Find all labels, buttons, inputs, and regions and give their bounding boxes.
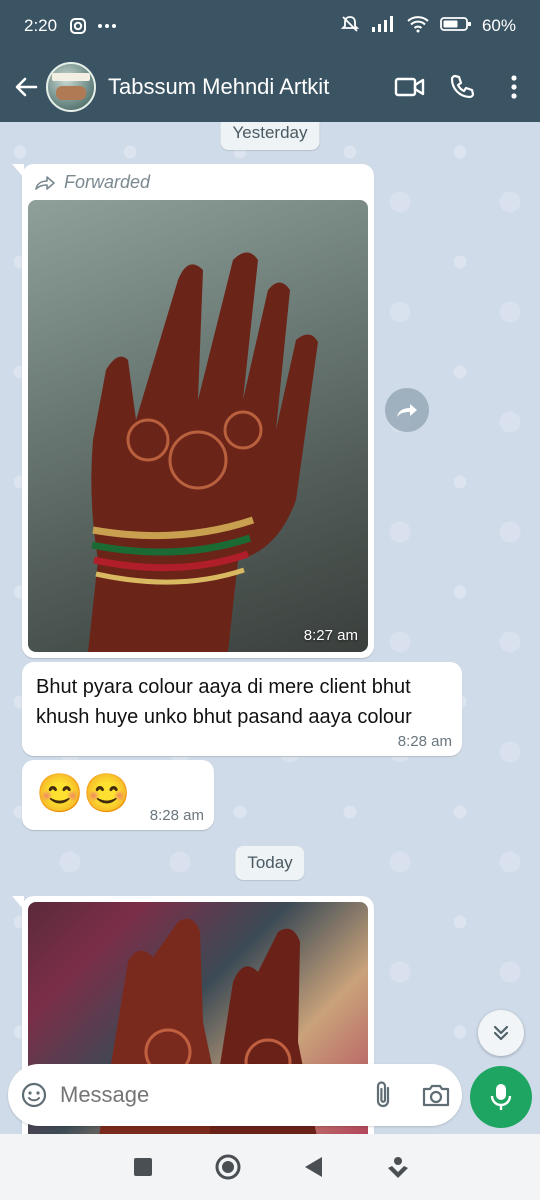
emoji-icon (21, 1082, 47, 1108)
square-icon (133, 1158, 152, 1176)
emoji-text: 😊😊 (36, 773, 131, 815)
forwarded-image-message[interactable]: Forwarded 8:27 am (12, 164, 374, 658)
back-button[interactable] (6, 67, 46, 107)
back-nav-button[interactable] (288, 1142, 338, 1192)
message-timestamp: 8:28 am (149, 807, 204, 824)
message-timestamp: 8:28 am (397, 733, 452, 750)
home-button[interactable] (203, 1142, 253, 1192)
voice-message-button[interactable] (470, 1066, 532, 1128)
chat-header: Tabssum Mehndi Artkit (0, 52, 540, 122)
forwarded-icon (35, 175, 55, 190)
voice-call-button[interactable] (436, 61, 488, 113)
scroll-to-bottom-button[interactable] (478, 1010, 524, 1056)
emoji-button[interactable] (8, 1069, 60, 1121)
instagram-icon (69, 17, 87, 35)
camera-icon (422, 1084, 450, 1107)
microphone-icon (490, 1084, 512, 1110)
camera-button[interactable] (410, 1069, 462, 1121)
status-bar: 2:20 60% (0, 0, 540, 52)
more-options-button[interactable] (488, 61, 540, 113)
mute-icon (340, 14, 360, 39)
message-text: Bhut pyara colour aaya di mere client bh… (36, 676, 412, 728)
image-timestamp: 8:27 am (303, 627, 358, 644)
system-nav-bar (0, 1134, 540, 1200)
video-camera-icon (394, 77, 425, 97)
status-time: 2:20 (24, 16, 58, 35)
more-notifications-icon (97, 23, 117, 29)
chat-area[interactable]: Yesterday Forwarded 8:27 am Bhut pyara c… (0, 122, 540, 1134)
battery-icon (440, 16, 472, 37)
recents-button[interactable] (118, 1142, 168, 1192)
forward-icon (397, 404, 417, 417)
avatar[interactable] (46, 62, 96, 112)
kebab-menu-icon (511, 75, 517, 99)
forwarded-label: Forwarded (34, 172, 150, 193)
double-chevron-down-icon (493, 1025, 509, 1041)
date-separator-today: Today (235, 846, 305, 880)
triangle-back-icon (304, 1157, 322, 1177)
emoji-message[interactable]: 😊😊 8:28 am (22, 760, 214, 830)
assistant-button[interactable] (373, 1142, 423, 1192)
hand-illustration (88, 252, 318, 652)
attach-button[interactable] (358, 1069, 410, 1121)
forward-button[interactable] (385, 388, 429, 432)
contact-name[interactable]: Tabssum Mehndi Artkit (108, 74, 384, 100)
wifi-icon (406, 15, 430, 38)
date-separator-yesterday: Yesterday (220, 122, 320, 150)
text-message[interactable]: Bhut pyara colour aaya di mere client bh… (22, 662, 462, 756)
assistant-icon (387, 1157, 408, 1178)
message-input[interactable] (60, 1082, 358, 1108)
battery-percent: 60% (481, 16, 516, 35)
back-arrow-icon (15, 77, 38, 97)
circle-icon (215, 1154, 240, 1180)
mehndi-hand-photo[interactable]: 8:27 am (28, 200, 368, 652)
video-call-button[interactable] (384, 61, 436, 113)
paperclip-icon (376, 1081, 390, 1108)
signal-icon (370, 15, 396, 38)
phone-icon (450, 74, 475, 99)
message-composer (8, 1064, 462, 1126)
